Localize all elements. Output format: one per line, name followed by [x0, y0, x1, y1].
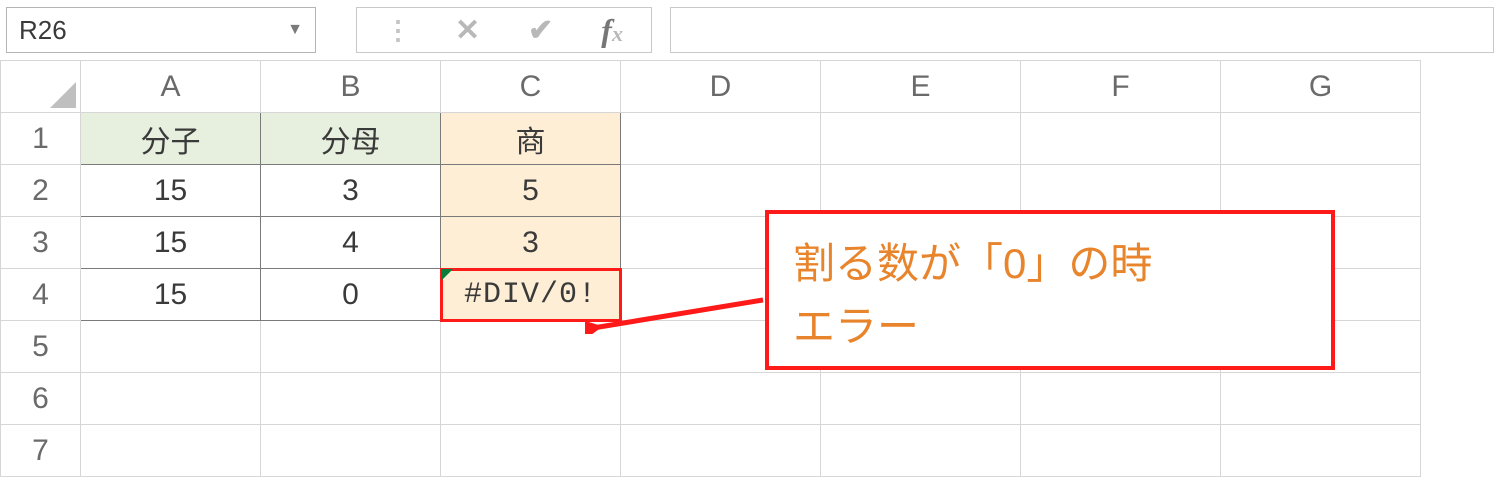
- cell-B5[interactable]: [261, 321, 441, 373]
- cell-F6[interactable]: [1021, 373, 1221, 425]
- cell-C4-error[interactable]: #DIV/0!: [441, 269, 621, 321]
- cell-B6[interactable]: [261, 373, 441, 425]
- cell-F2[interactable]: [1021, 165, 1221, 217]
- formula-input[interactable]: [670, 7, 1494, 53]
- name-box[interactable]: R26 ▼: [6, 7, 316, 53]
- col-header-D[interactable]: D: [621, 61, 821, 113]
- chevron-down-icon[interactable]: ▼: [287, 21, 303, 39]
- row-header-5[interactable]: 5: [1, 321, 81, 373]
- cell-B4[interactable]: 0: [261, 269, 441, 321]
- grip-icon: ⋮: [385, 15, 407, 46]
- cell-A2[interactable]: 15: [81, 165, 261, 217]
- cell-A7[interactable]: [81, 425, 261, 477]
- fx-icon[interactable]: fx: [601, 12, 623, 49]
- cell-C2[interactable]: 5: [441, 165, 621, 217]
- cell-A5[interactable]: [81, 321, 261, 373]
- col-header-B[interactable]: B: [261, 61, 441, 113]
- cell-C1[interactable]: 商: [441, 113, 621, 165]
- col-header-C[interactable]: C: [441, 61, 621, 113]
- formula-bar: R26 ▼ ⋮ ✕ ✔ fx: [0, 0, 1500, 60]
- cell-B3[interactable]: 4: [261, 217, 441, 269]
- cell-B2[interactable]: 3: [261, 165, 441, 217]
- col-header-E[interactable]: E: [821, 61, 1021, 113]
- select-all-corner[interactable]: [1, 61, 81, 113]
- row-header-2[interactable]: 2: [1, 165, 81, 217]
- cell-C5[interactable]: [441, 321, 621, 373]
- cell-A6[interactable]: [81, 373, 261, 425]
- row-header-4[interactable]: 4: [1, 269, 81, 321]
- formula-bar-buttons: ⋮ ✕ ✔ fx: [356, 7, 652, 53]
- col-header-A[interactable]: A: [81, 61, 261, 113]
- cancel-icon[interactable]: ✕: [455, 13, 480, 48]
- cell-A3[interactable]: 15: [81, 217, 261, 269]
- cell-F7[interactable]: [1021, 425, 1221, 477]
- enter-icon[interactable]: ✔: [528, 13, 553, 48]
- cell-B7[interactable]: [261, 425, 441, 477]
- cell-B1[interactable]: 分母: [261, 113, 441, 165]
- cell-E7[interactable]: [821, 425, 1021, 477]
- cell-A1[interactable]: 分子: [81, 113, 261, 165]
- cell-D6[interactable]: [621, 373, 821, 425]
- row-header-7[interactable]: 7: [1, 425, 81, 477]
- cell-F1[interactable]: [1021, 113, 1221, 165]
- cell-D2[interactable]: [621, 165, 821, 217]
- cell-D7[interactable]: [621, 425, 821, 477]
- col-header-G[interactable]: G: [1221, 61, 1421, 113]
- col-header-F[interactable]: F: [1021, 61, 1221, 113]
- cell-E1[interactable]: [821, 113, 1021, 165]
- cell-A4[interactable]: 15: [81, 269, 261, 321]
- cell-C7[interactable]: [441, 425, 621, 477]
- cell-G2[interactable]: [1221, 165, 1421, 217]
- cell-D1[interactable]: [621, 113, 821, 165]
- cell-E6[interactable]: [821, 373, 1021, 425]
- row-header-3[interactable]: 3: [1, 217, 81, 269]
- cell-C3[interactable]: 3: [441, 217, 621, 269]
- cell-G6[interactable]: [1221, 373, 1421, 425]
- name-box-value: R26: [19, 15, 67, 46]
- annotation-callout: 割る数が「0」の時 エラー: [765, 210, 1335, 370]
- row-header-1[interactable]: 1: [1, 113, 81, 165]
- cell-G1[interactable]: [1221, 113, 1421, 165]
- row-header-6[interactable]: 6: [1, 373, 81, 425]
- cell-E2[interactable]: [821, 165, 1021, 217]
- cell-C6[interactable]: [441, 373, 621, 425]
- cell-G7[interactable]: [1221, 425, 1421, 477]
